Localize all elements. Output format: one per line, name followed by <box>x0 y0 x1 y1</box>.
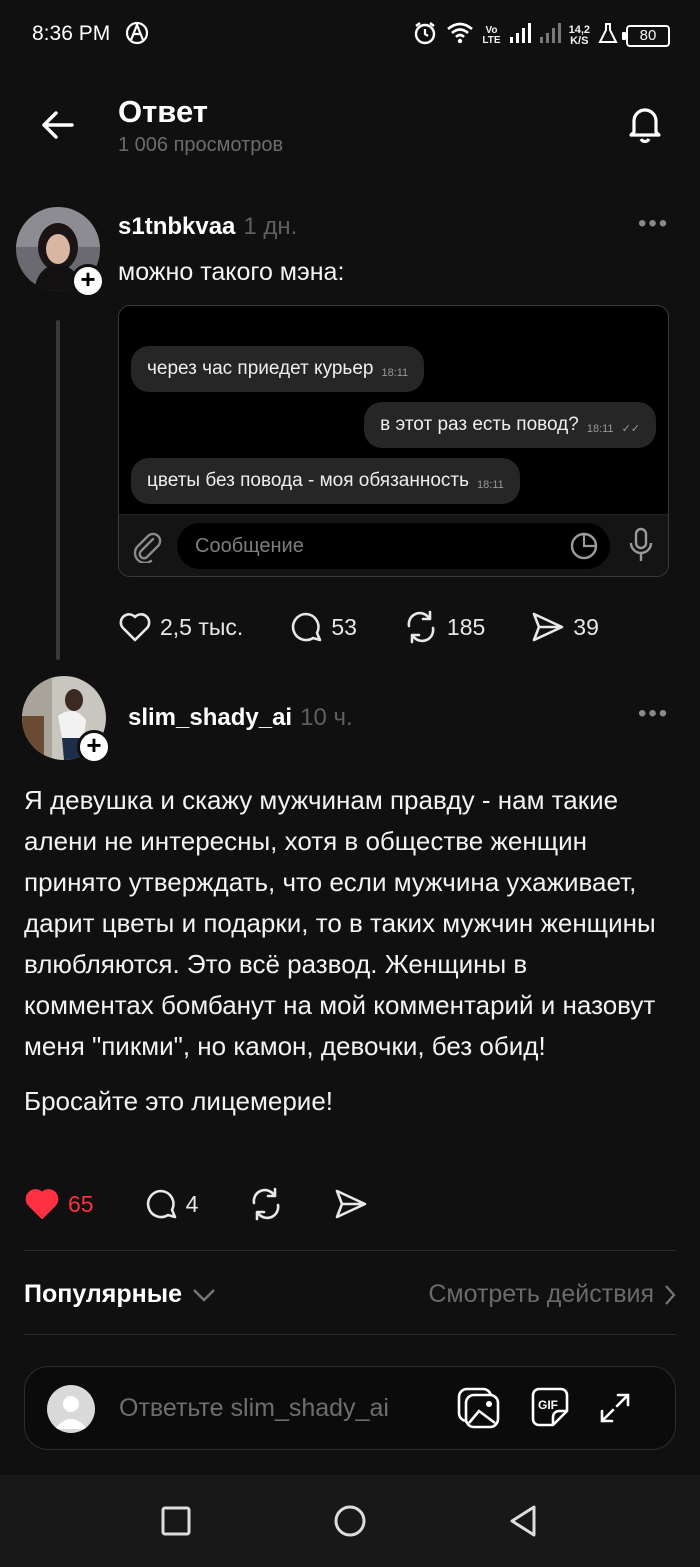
view-actions-link[interactable]: Смотреть действия <box>428 1280 676 1309</box>
post-time: 10 ч. <box>300 704 353 731</box>
comment-icon <box>146 1189 176 1219</box>
post-actions: 65 4 <box>24 1187 368 1221</box>
like-button[interactable]: 65 <box>24 1187 94 1221</box>
post-username[interactable]: s1tnbkvaa 1 дн. <box>118 213 297 241</box>
chat-message: через час приедет курьер 18:11 <box>131 346 425 392</box>
expand-icon <box>600 1393 630 1423</box>
heart-icon <box>119 613 151 642</box>
circle-icon <box>334 1505 366 1537</box>
chat-message: цветы без повода - моя обязанность 18:11 <box>131 458 520 504</box>
comment-count: 4 <box>185 1190 199 1217</box>
chat-message: в этот раз есть повод? 18:11 ✓✓ <box>364 402 656 448</box>
repost-icon <box>407 610 435 644</box>
home-button[interactable] <box>332 1503 368 1539</box>
system-navigation-bar <box>0 1475 700 1567</box>
square-icon <box>161 1506 191 1536</box>
share-count: 39 <box>573 613 599 640</box>
repost-count: 185 <box>446 613 486 640</box>
reply-input[interactable]: Ответьте slim_shady_ai GIF <box>24 1366 676 1450</box>
status-time: 8:36 PM <box>32 22 111 45</box>
flask-icon <box>598 22 618 49</box>
recents-button[interactable] <box>158 1503 194 1539</box>
post-text: Я девушка и скажу мужчинам правду - нам … <box>24 785 656 1116</box>
signal-icon-1 <box>509 22 531 49</box>
gif-button[interactable]: GIF <box>529 1387 571 1434</box>
send-icon <box>336 1189 367 1219</box>
reply-tools: GIF <box>457 1387 631 1434</box>
user-avatar <box>47 1385 95 1433</box>
chevron-down-icon <box>193 1288 215 1302</box>
like-count: 2,5 тыс. <box>160 613 244 640</box>
paperclip-icon <box>131 529 163 568</box>
gallery-icon <box>457 1387 500 1429</box>
follow-plus-button[interactable]: + <box>77 730 111 764</box>
comment-button[interactable]: 53 <box>289 610 357 644</box>
top-bar: Ответ 1 006 просмотров <box>0 80 700 180</box>
notifications-button[interactable] <box>622 100 668 146</box>
repost-button[interactable] <box>248 1187 284 1221</box>
comment-count: 53 <box>331 613 357 640</box>
sticker-icon <box>570 532 598 565</box>
page-title: Ответ <box>118 94 208 129</box>
microphone-icon <box>628 527 654 568</box>
post-time: 1 дн. <box>243 213 298 240</box>
comment-icon <box>292 612 322 642</box>
reply-placeholder: Ответьте slim_shady_ai <box>119 1394 389 1422</box>
gif-icon: GIF <box>531 1387 569 1427</box>
sort-row: Популярные Смотреть действия <box>24 1272 676 1316</box>
expand-button[interactable] <box>599 1392 631 1429</box>
divider <box>24 1334 676 1335</box>
app-notification-icon <box>124 20 150 51</box>
bell-icon <box>629 108 661 144</box>
repost-icon <box>252 1187 280 1221</box>
send-icon <box>532 612 564 642</box>
more-options-button[interactable]: ••• <box>638 700 669 728</box>
double-check-icon: ✓✓ <box>621 423 640 435</box>
post-actions: 2,5 тыс. 53 185 39 <box>118 610 599 644</box>
chevron-right-icon <box>665 1284 676 1305</box>
chat-input-bar: Сообщение <box>119 514 668 576</box>
network-speed: 14,2 K/S <box>568 23 590 47</box>
wifi-icon <box>446 21 474 50</box>
like-button[interactable]: 2,5 тыс. <box>118 611 243 643</box>
post-image-chat-screenshot[interactable]: через час приедет курьер 18:11 в этот раз… <box>118 305 669 577</box>
comment-button[interactable]: 4 <box>144 1187 199 1221</box>
follow-plus-button[interactable]: + <box>71 264 105 298</box>
signal-icon-2 <box>539 22 561 49</box>
like-count: 65 <box>68 1190 94 1217</box>
back-nav-button[interactable] <box>506 1503 542 1539</box>
view-count: 1 006 просмотров <box>118 134 284 156</box>
share-button[interactable] <box>334 1188 368 1220</box>
chat-message-field: Сообщение <box>177 523 610 569</box>
sort-dropdown[interactable]: Популярные <box>24 1280 216 1309</box>
status-bar: 8:36 PM Vo LTE 14,2 K/S 80 <box>0 0 700 70</box>
post-username[interactable]: slim_shady_ai 10 ч. <box>128 704 353 732</box>
thread-connector <box>56 320 60 660</box>
svg-text:GIF: GIF <box>538 1398 558 1412</box>
volte-indicator: Vo LTE <box>482 24 501 46</box>
divider <box>24 1250 676 1251</box>
share-button[interactable]: 39 <box>531 611 599 643</box>
triangle-back-icon <box>510 1505 536 1537</box>
post-text: можно такого мэна: <box>118 258 345 286</box>
heart-filled-icon <box>25 1189 59 1219</box>
battery-indicator: 80 <box>622 24 670 47</box>
reply-composer: Ответьте slim_shady_ai GIF <box>0 1336 700 1476</box>
repost-button[interactable]: 185 <box>403 610 485 644</box>
alarm-icon <box>412 20 438 51</box>
back-button[interactable] <box>38 104 80 146</box>
arrow-left-icon <box>42 111 74 139</box>
more-options-button[interactable]: ••• <box>638 210 669 238</box>
gallery-button[interactable] <box>457 1387 501 1434</box>
